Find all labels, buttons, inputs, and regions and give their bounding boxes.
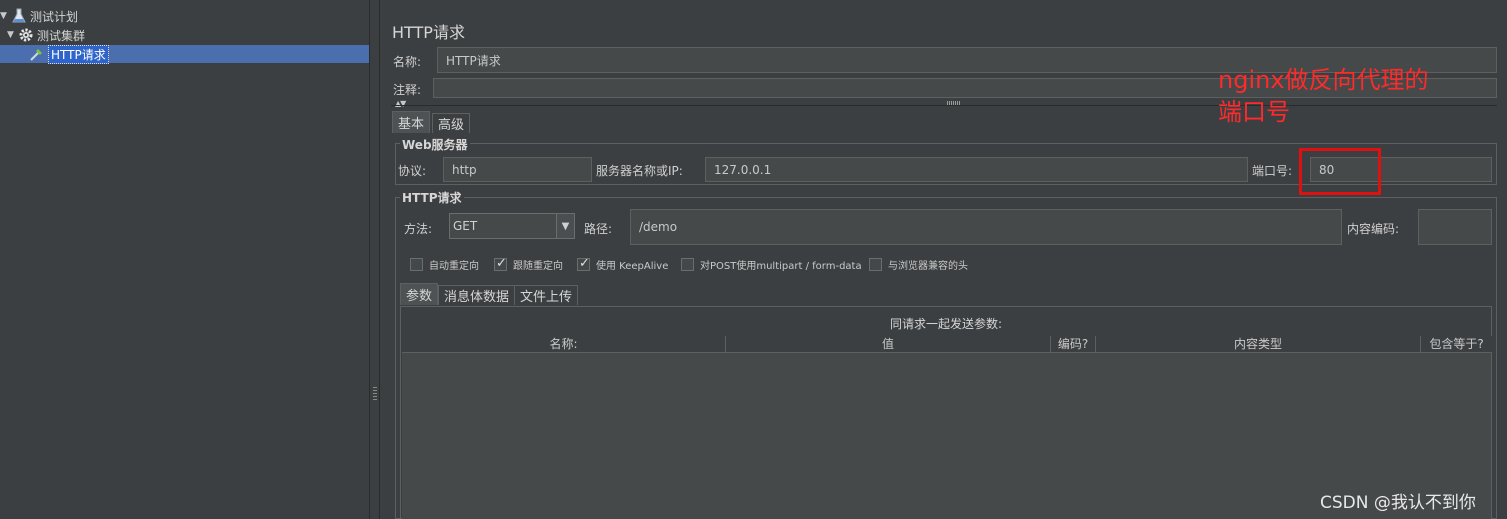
checkbox-keepalive[interactable]: 使用 KeepAlive [577, 256, 669, 272]
collapse-toggle-icon[interactable]: ▼ [0, 11, 10, 21]
panel-splitter[interactable] [370, 0, 380, 519]
path-field[interactable]: /demo [630, 209, 1342, 245]
chevron-down-icon[interactable]: ▼ [556, 214, 574, 238]
tab-parameters[interactable]: 参数 [400, 283, 439, 305]
checkbox-box[interactable] [410, 258, 423, 271]
column-header-name[interactable]: 名称: [402, 336, 726, 353]
server-field[interactable]: 127.0.0.1 [705, 157, 1248, 182]
server-label: 服务器名称或IP: [596, 164, 683, 178]
port-label: 端口号: [1252, 164, 1293, 178]
watermark: CSDN @我认不到你 [1320, 493, 1476, 513]
checkbox-follow-redirects[interactable]: 跟随重定向 [494, 256, 563, 272]
checkbox-multipart[interactable]: 对POST使用multipart / form-data [681, 257, 862, 272]
column-header-encode[interactable]: 编码? [1051, 336, 1096, 353]
test-plan-tree[interactable]: ▼ 测试计划 ▼ 测试集群 HTTP请求 [0, 0, 370, 519]
gear-icon [18, 27, 34, 43]
tab-body-data[interactable]: 消息体数据 [438, 285, 516, 305]
page-title: HTTP请求 [392, 23, 465, 42]
tab-basic[interactable]: 基本 [392, 111, 431, 133]
checkbox-label: 跟随重定向 [513, 261, 563, 272]
checkbox-box[interactable] [869, 258, 882, 271]
path-label: 路径: [584, 222, 613, 236]
protocol-label: 协议: [398, 164, 427, 178]
checkbox-auto-redirect[interactable]: 自动重定向 [410, 257, 479, 272]
collapse-toggle-icon[interactable]: ▼ [7, 30, 17, 40]
checkbox-box[interactable] [681, 258, 694, 271]
tree-item-thread-group[interactable]: ▼ 测试集群 [7, 26, 85, 44]
checkbox-label: 使用 KeepAlive [596, 261, 669, 272]
method-label: 方法: [404, 222, 433, 236]
checkbox-browser-headers[interactable]: 与浏览器兼容的头 [869, 257, 968, 272]
tree-item-label: 测试集群 [37, 28, 86, 43]
tree-item-label: HTTP请求 [48, 44, 109, 64]
checkbox-label: 与浏览器兼容的头 [888, 261, 968, 272]
annotation-line-1: nginx做反向代理的 [1218, 66, 1429, 94]
web-server-title: Web服务器 [400, 136, 470, 153]
tree-item-http-request[interactable]: HTTP请求 [0, 44, 369, 64]
method-value: GET [453, 219, 478, 233]
tab-file-upload[interactable]: 文件上传 [514, 285, 579, 305]
collapse-arrows-icon[interactable]: ▲▼ [395, 99, 406, 108]
encoding-field[interactable] [1418, 209, 1492, 245]
checkbox-label: 自动重定向 [429, 261, 479, 272]
annotation-text: nginx做反向代理的 端口号 [1218, 64, 1429, 128]
http-request-title: HTTP请求 [400, 189, 464, 206]
method-select[interactable]: GET ▼ [449, 213, 575, 239]
tree-item-label: 测试计划 [30, 9, 79, 24]
annotation-line-2: 端口号 [1218, 98, 1290, 126]
column-header-value[interactable]: 值 [726, 336, 1051, 353]
flask-icon [11, 8, 27, 24]
checkbox-box[interactable] [577, 256, 590, 271]
pipette-icon [29, 46, 45, 62]
column-header-content-type[interactable]: 内容类型 [1096, 336, 1421, 353]
annotation-highlight-box [1299, 148, 1381, 195]
comment-label: 注释: [393, 83, 422, 97]
name-label: 名称: [393, 55, 422, 69]
table-caption: 同请求一起发送参数: [889, 317, 1003, 331]
tree-item-test-plan[interactable]: ▼ 测试计划 [0, 7, 78, 25]
encoding-label: 内容编码: [1347, 222, 1400, 236]
splitter-grip-icon[interactable] [373, 386, 377, 400]
column-header-include-equals[interactable]: 包含等于? [1421, 336, 1492, 353]
tab-advanced[interactable]: 高级 [432, 113, 471, 133]
protocol-field[interactable]: http [443, 157, 592, 182]
checkbox-label: 对POST使用multipart / form-data [700, 261, 862, 272]
checkbox-box[interactable] [494, 256, 507, 271]
